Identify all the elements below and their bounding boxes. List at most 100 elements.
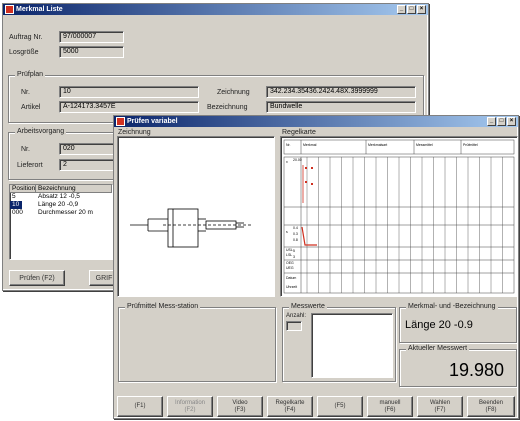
chart-point bbox=[311, 183, 313, 185]
chart-axis-value: 5 bbox=[293, 249, 295, 253]
app-icon bbox=[116, 117, 125, 126]
bezeichnung-label: Bezeichnung bbox=[207, 104, 248, 111]
minimize-icon[interactable]: _ bbox=[487, 117, 496, 126]
list-item-pos: 5 bbox=[12, 193, 16, 200]
merkmal-value: Länge 20 -0.9 bbox=[405, 319, 473, 331]
av-nr-field[interactable]: 020 bbox=[59, 143, 114, 155]
list-item-bez: Länge 20 -0,9 bbox=[38, 201, 79, 208]
chart-point bbox=[311, 167, 313, 169]
nr-label: Nr. bbox=[21, 89, 30, 96]
chart-header-merkmal: Merkmal bbox=[303, 143, 317, 147]
chart-axis-value: 3 bbox=[293, 255, 295, 259]
bezeichnung-field[interactable]: Bundwelle bbox=[266, 101, 416, 113]
regelkarte-button-label: Regelkarte bbox=[275, 399, 305, 406]
chart-row-label: s bbox=[286, 230, 288, 234]
chart-axis-value: 20.00 bbox=[293, 158, 302, 162]
regelkarte-group-title: Regelkarte bbox=[282, 129, 316, 136]
beenden-button-key: (F8) bbox=[485, 406, 497, 413]
chart-header-merkmalsart: Merkmalsart bbox=[368, 143, 387, 147]
window-title: Prüfen variabel bbox=[127, 118, 178, 125]
chart-point bbox=[305, 167, 307, 169]
information-button[interactable]: Information (F2) bbox=[167, 396, 213, 417]
lieferort-label: Lieferort bbox=[17, 162, 43, 169]
arbeitsvorgang-group-title: Arbeitsvorgang bbox=[15, 128, 67, 135]
lieferort-field[interactable]: 2 bbox=[59, 159, 114, 171]
auftrag-field[interactable]: 97/000007 bbox=[59, 31, 124, 43]
aktueller-messwert-value: 19.980 bbox=[449, 360, 505, 380]
f5-button-key: (F5) bbox=[334, 403, 346, 409]
chart-row-label: OEG bbox=[286, 261, 294, 265]
list-header-bezeichnung[interactable]: Bezeichnung bbox=[36, 185, 112, 192]
pruefmittel-group: Prüfmittel Mess-station bbox=[118, 303, 276, 382]
chart-header-messmittel: Messmittel bbox=[416, 143, 433, 147]
list-item-bez: Absatz 12 -0,5 bbox=[38, 193, 80, 200]
drawing-panel bbox=[117, 136, 275, 297]
chart-row-label: x bbox=[286, 160, 288, 164]
function-key-bar: (F1) Information (F2) Video (F3) Regelkart… bbox=[117, 396, 519, 418]
f1-button-key: (F1) bbox=[134, 403, 146, 409]
regelkarte-button-key: (F4) bbox=[284, 406, 296, 413]
beenden-button-label: Beenden bbox=[478, 399, 504, 406]
control-chart-panel: Nr. Merkmal Merkmalsart Messmittel Prüfm… bbox=[280, 136, 518, 297]
merkmal-liste-titlebar[interactable]: Merkmal Liste _ □ × bbox=[3, 4, 428, 15]
aktueller-group-title: Aktueller Messwert bbox=[406, 345, 470, 352]
chart-row-label: UEG bbox=[286, 266, 294, 270]
auftrag-label: Auftrag Nr. bbox=[9, 34, 43, 41]
information-button-key: (F2) bbox=[184, 406, 196, 413]
manuell-button[interactable]: manuell (F6) bbox=[367, 396, 413, 417]
list-item-pos: 000 bbox=[12, 209, 23, 216]
chart-header-pruefmittel: Prüfmittel bbox=[463, 143, 478, 147]
nr-field[interactable]: 10 bbox=[59, 86, 199, 98]
list-header-position[interactable]: Position bbox=[10, 185, 36, 192]
list-item[interactable]: 5 Absatz 12 -0,5 bbox=[10, 193, 112, 201]
list-item[interactable]: 000 Durchmesser 20 m bbox=[10, 209, 112, 217]
video-button[interactable]: Video (F3) bbox=[217, 396, 263, 417]
anzahl-label: Anzahl: bbox=[286, 313, 307, 319]
wahlen-button[interactable]: Wahlen (F7) bbox=[417, 396, 463, 417]
pruefmittel-group-title: Prüfmittel Mess-station bbox=[125, 303, 201, 310]
chart-point bbox=[305, 181, 307, 183]
manuell-button-label: manuell bbox=[379, 399, 401, 406]
zeichnung-label: Zeichnung bbox=[217, 89, 250, 96]
chart-row-label: Datum bbox=[286, 276, 296, 280]
chart-axis-value: 0.8 bbox=[293, 238, 298, 242]
f5-button[interactable]: (F5) bbox=[317, 396, 363, 417]
close-icon[interactable]: × bbox=[417, 5, 426, 14]
chart-row-label: Uhrzeit bbox=[286, 285, 297, 289]
maximize-icon[interactable]: □ bbox=[497, 117, 506, 126]
regelkarte-button[interactable]: Regelkarte (F4) bbox=[267, 396, 313, 417]
control-chart: Nr. Merkmal Merkmalsart Messmittel Prüfm… bbox=[283, 139, 515, 294]
chart-axis-value: 0.3 bbox=[293, 232, 298, 236]
merkmal-group-title: Merkmal- und -Bezeichnung bbox=[406, 303, 498, 310]
manuell-button-key: (F6) bbox=[384, 406, 396, 413]
anzahl-field[interactable] bbox=[286, 321, 302, 331]
window-title: Merkmal Liste bbox=[16, 6, 63, 13]
losgroesse-field[interactable]: 5000 bbox=[59, 46, 124, 58]
position-list[interactable]: Position Bezeichnung 5 Absatz 12 -0,5 10… bbox=[9, 184, 113, 260]
information-button-label: Information bbox=[174, 399, 205, 406]
av-nr-label: Nr. bbox=[21, 146, 30, 153]
f1-button[interactable]: (F1) bbox=[117, 396, 163, 417]
shaft-drawing bbox=[130, 208, 253, 248]
artikel-label: Artikel bbox=[21, 104, 41, 111]
pruefen-button[interactable]: Prüfen (F2) bbox=[9, 270, 65, 286]
arbeitsvorgang-group: Arbeitsvorgang bbox=[8, 128, 118, 180]
list-item-pos: 10 bbox=[10, 201, 22, 209]
video-button-key: (F3) bbox=[234, 406, 246, 413]
maximize-icon[interactable]: □ bbox=[407, 5, 416, 14]
pruefplan-group-title: Prüfplan bbox=[15, 71, 46, 78]
zeichnung-field[interactable]: 342.234.35436.2424.48X.3999999 bbox=[266, 86, 416, 98]
close-icon[interactable]: × bbox=[507, 117, 516, 126]
chart-row-label: LSL bbox=[286, 253, 292, 257]
artikel-field[interactable]: A-124173.3457E bbox=[59, 101, 199, 113]
pruefen-variabel-window: Prüfen variabel _ □ × Zeichnung Regelkar… bbox=[113, 115, 519, 419]
zeichnung-group-title: Zeichnung bbox=[118, 129, 151, 136]
messwert-list[interactable] bbox=[311, 313, 393, 378]
beenden-button[interactable]: Beenden (F8) bbox=[467, 396, 515, 417]
list-item-selected[interactable]: 10 Länge 20 -0,9 bbox=[10, 201, 112, 209]
pruefen-titlebar[interactable]: Prüfen variabel _ □ × bbox=[114, 116, 518, 127]
minimize-icon[interactable]: _ bbox=[397, 5, 406, 14]
wahlen-button-key: (F7) bbox=[434, 406, 446, 413]
video-button-label: Video bbox=[232, 399, 248, 406]
chart-axis-value: 0.4 bbox=[293, 226, 298, 230]
